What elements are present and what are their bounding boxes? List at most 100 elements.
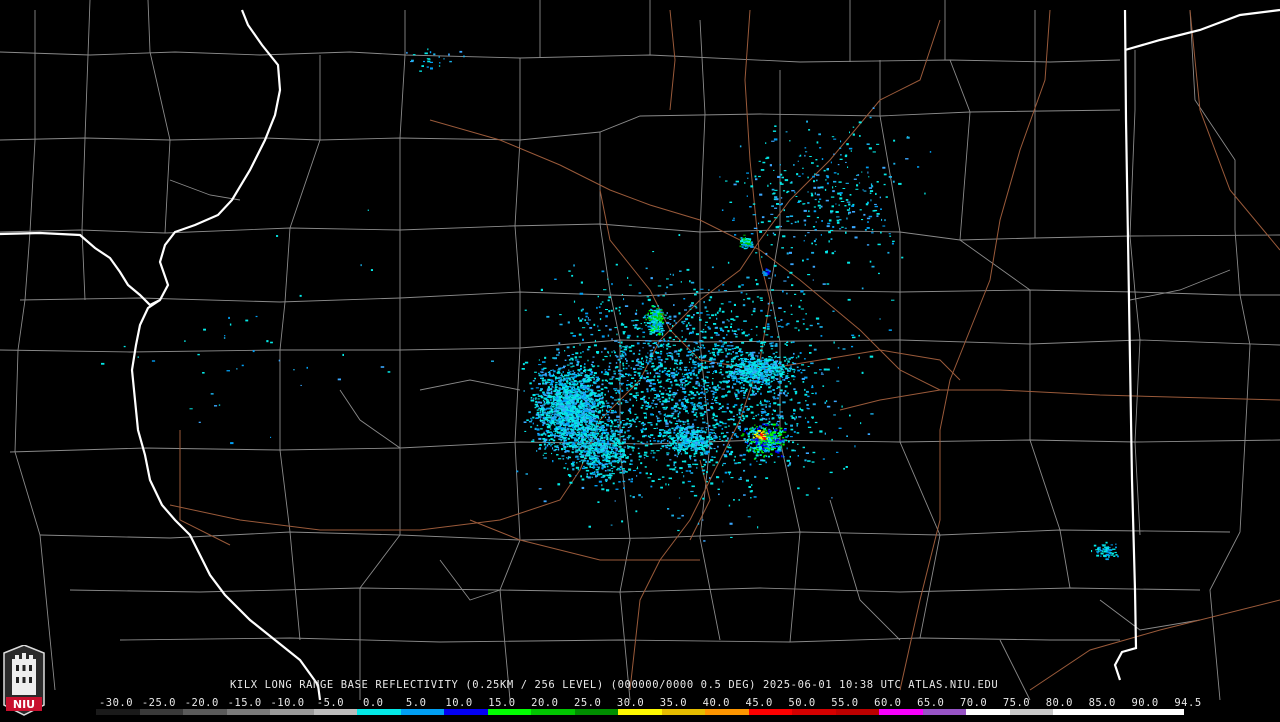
- echo-pixel: [689, 394, 690, 395]
- echo-pixel: [580, 441, 582, 442]
- echo-pixel: [824, 369, 827, 371]
- echo-pixel: [582, 468, 585, 470]
- echo-pixel: [559, 414, 560, 416]
- echo-pixel: [793, 388, 795, 390]
- echo-pixel: [748, 486, 751, 488]
- echo-pixel: [603, 475, 606, 477]
- echo-pixel: [639, 421, 641, 422]
- echo-pixel: [789, 358, 791, 360]
- echo-pixel: [567, 379, 568, 381]
- echo-pixel: [657, 399, 660, 400]
- echo-pixel: [600, 426, 603, 428]
- echo-pixel: [801, 372, 803, 374]
- echo-pixel: [703, 473, 705, 475]
- echo-pixel: [706, 399, 708, 400]
- echo-pixel: [620, 355, 623, 357]
- echo-pixel: [621, 412, 623, 413]
- echo-pixel: [804, 389, 805, 391]
- echo-pixel: [546, 424, 549, 426]
- echo-pixel: [722, 344, 724, 345]
- echo-pixel: [656, 450, 659, 451]
- echo-pixel: [618, 424, 620, 426]
- echo-pixel: [734, 463, 737, 465]
- echo-pixel: [636, 395, 639, 396]
- echo-pixel: [551, 409, 554, 411]
- echo-pixel: [690, 304, 693, 306]
- echo-pixel: [605, 373, 607, 374]
- echo-pixel: [793, 353, 795, 355]
- echo-pixel: [657, 356, 660, 358]
- echo-pixel: [739, 351, 740, 353]
- echo-pixel: [720, 328, 723, 329]
- echo-pixel: [525, 310, 527, 311]
- echo-pixel: [621, 342, 623, 344]
- echo-pixel: [665, 315, 667, 316]
- echo-pixel: [578, 414, 581, 416]
- echo-pixel: [790, 382, 792, 384]
- echo-pixel: [700, 289, 703, 290]
- echo-pixel: [668, 346, 671, 347]
- echo-pixel: [596, 307, 598, 309]
- echo-pixel: [814, 349, 817, 351]
- echo-pixel: [611, 351, 612, 352]
- echo-pixel: [603, 289, 606, 290]
- echo-pixel: [754, 361, 757, 363]
- echo-pixel: [761, 377, 764, 379]
- echo-pixel: [692, 486, 695, 488]
- echo-pixel: [691, 302, 694, 304]
- echo-pixel: [646, 376, 649, 378]
- echo-pixel: [623, 487, 625, 489]
- echo-pixel: [562, 376, 565, 377]
- echo-pixel: [583, 411, 585, 413]
- echo-pixel: [733, 383, 736, 385]
- echo-pixel: [581, 456, 584, 458]
- echo-pixel: [734, 333, 736, 335]
- echo-pixel: [739, 412, 741, 414]
- echo-pixel: [631, 478, 633, 480]
- echo-pixel: [693, 361, 696, 363]
- echo-pixel: [735, 394, 738, 396]
- echo-pixel: [611, 310, 613, 312]
- echo-pixel: [817, 323, 819, 325]
- echo-pixel: [784, 311, 786, 312]
- echo-pixel: [532, 417, 534, 419]
- echo-pixel: [722, 481, 723, 483]
- echo-pixel: [694, 403, 696, 405]
- echo-pixel: [768, 456, 770, 458]
- echo-pixel: [749, 384, 753, 386]
- echo-pixel: [739, 383, 741, 384]
- echo-pixel: [760, 346, 763, 347]
- echo-pixel: [703, 540, 705, 542]
- echo-pixel: [717, 385, 719, 387]
- echo-pixel: [731, 360, 734, 362]
- echo-pixel: [722, 464, 723, 466]
- echo-pixel: [558, 368, 561, 370]
- echo-pixel: [762, 424, 763, 426]
- echo-pixel: [601, 384, 603, 386]
- echo-pixel: [691, 316, 694, 318]
- echo-pixel: [593, 415, 596, 417]
- echo-pixel: [564, 443, 566, 444]
- echo-pixel: [778, 321, 780, 322]
- echo-pixel: [787, 361, 789, 363]
- echo-pixel: [640, 368, 643, 369]
- echo-pixel: [638, 453, 640, 455]
- echo-pixel: [555, 385, 557, 386]
- echo-pixel: [582, 439, 585, 441]
- echo-pixel: [721, 433, 724, 434]
- echo-pixel: [529, 421, 532, 423]
- echo-pixel: [604, 387, 607, 389]
- echo-pixel: [758, 414, 760, 416]
- echo-pixel: [607, 407, 608, 409]
- echo-pixel: [595, 340, 596, 342]
- echo-pixel: [731, 310, 732, 312]
- echo-pixel: [540, 421, 542, 422]
- echo-pixel: [649, 385, 652, 387]
- echo-pixel: [648, 397, 650, 398]
- echo-pixel: [788, 464, 791, 465]
- echo-pixel: [692, 464, 695, 465]
- echo-pixel: [581, 436, 584, 438]
- echo-pixel: [683, 475, 684, 477]
- echo-pixel: [663, 388, 665, 389]
- echo-pixel: [797, 425, 798, 427]
